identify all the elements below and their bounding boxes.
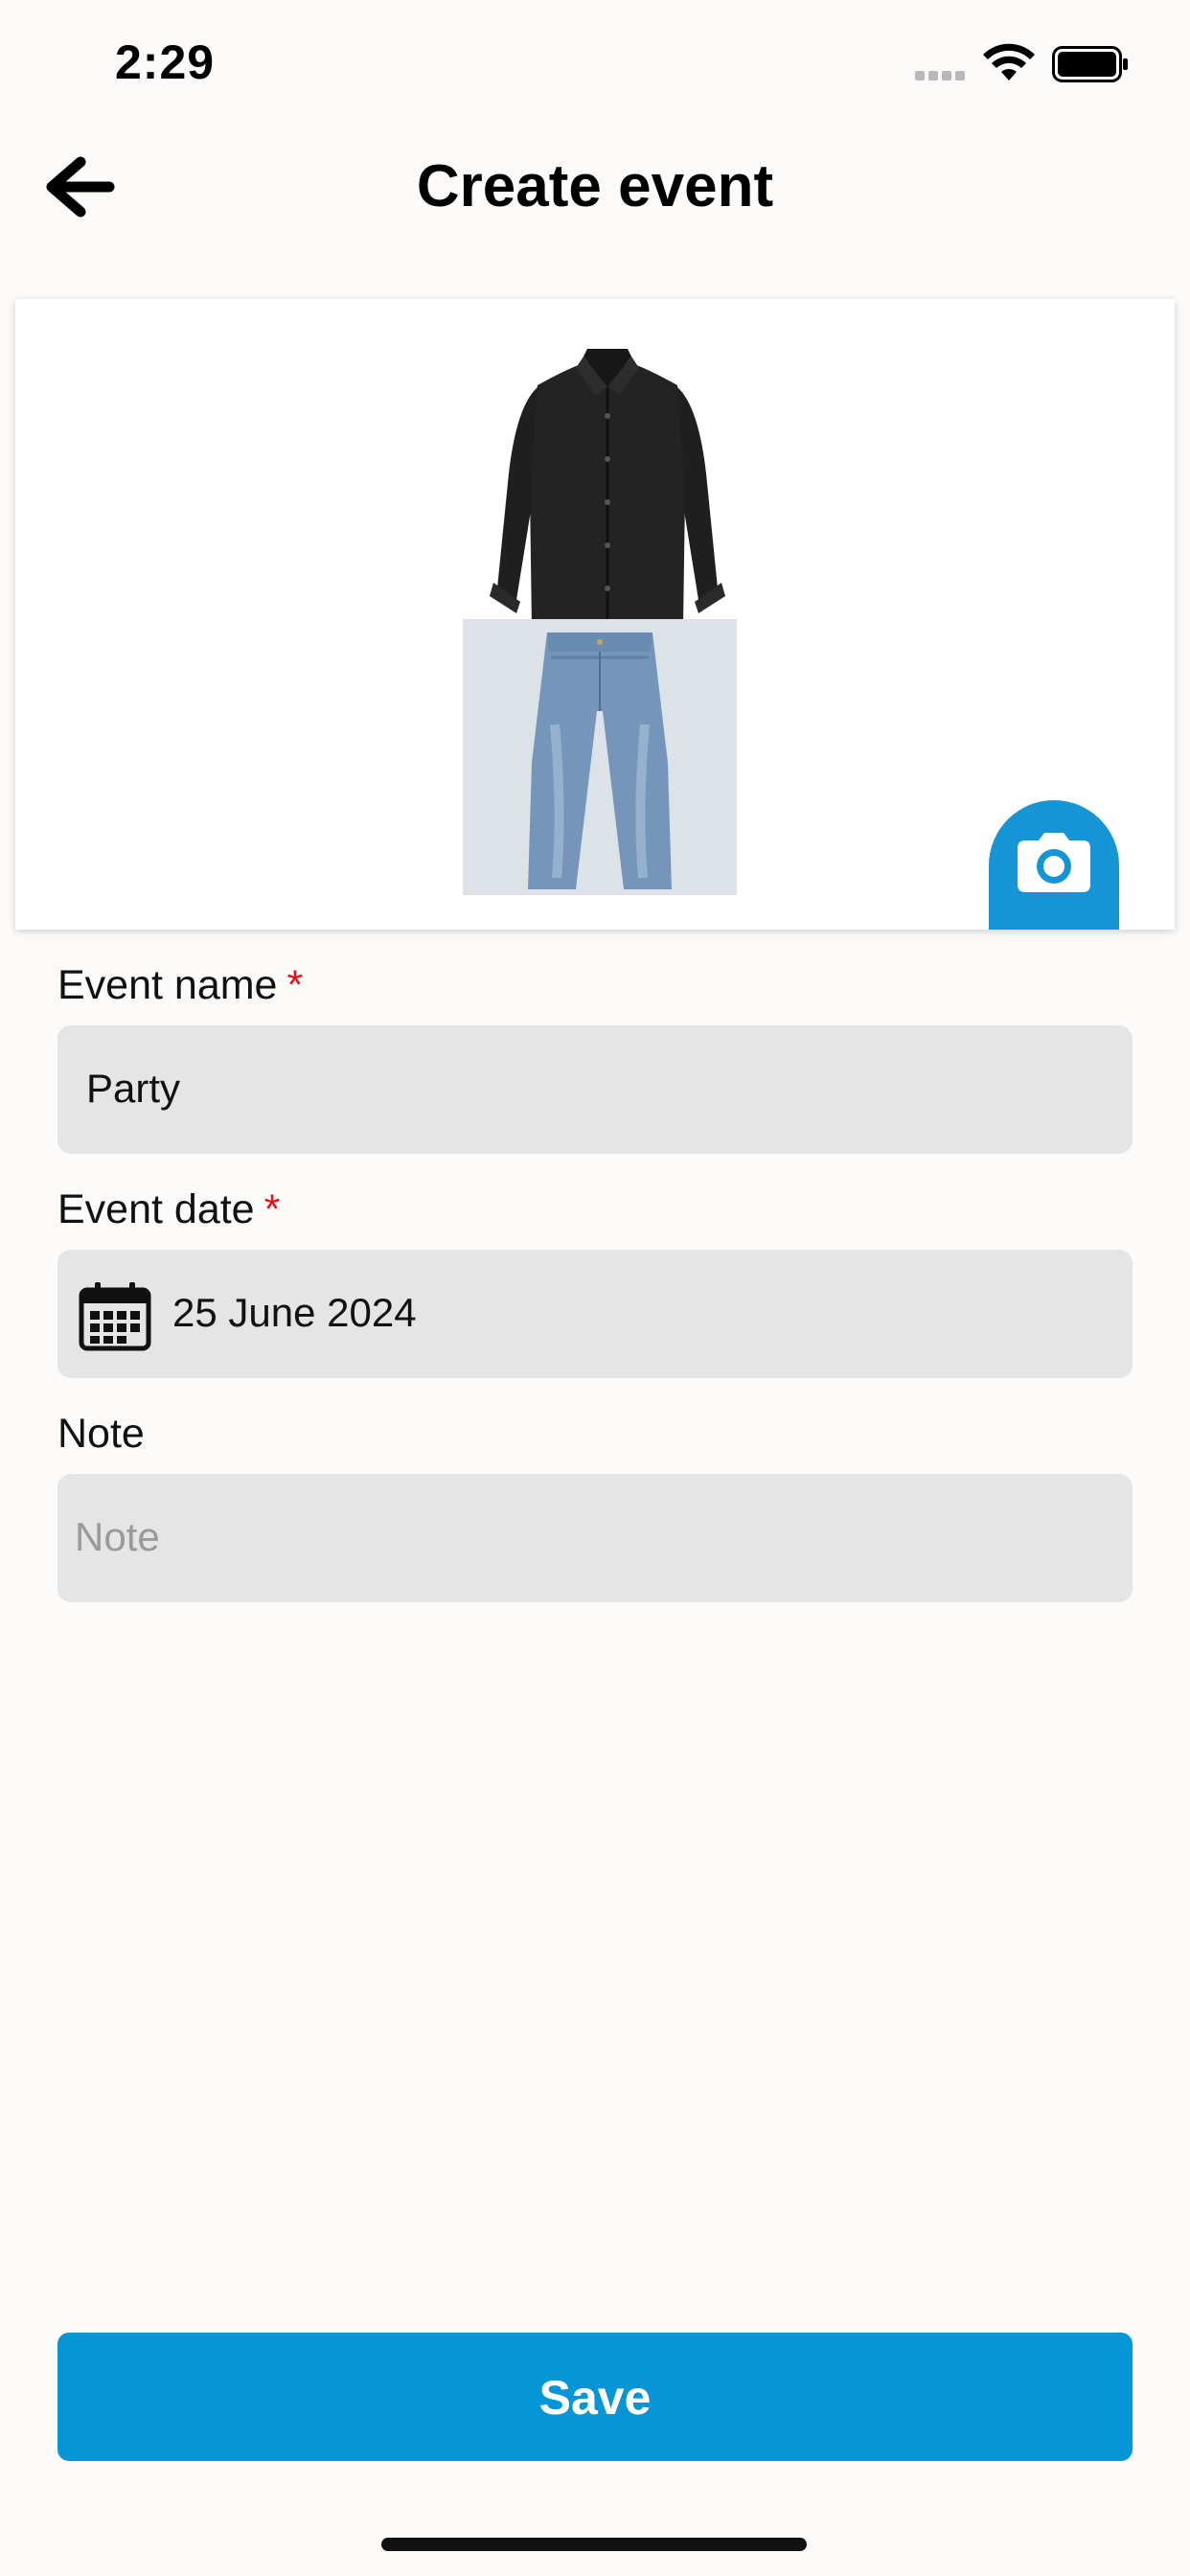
wifi-icon [983, 43, 1035, 80]
page-title: Create event [416, 153, 774, 219]
camera-icon [1018, 833, 1090, 892]
home-indicator [381, 2538, 807, 2551]
event-date-label: Event date * [57, 1186, 281, 1232]
note-input[interactable]: Note [57, 1474, 1133, 1602]
cellular-signal-icon [915, 56, 973, 80]
event-name-label: Event name * [57, 962, 304, 1008]
status-time: 2:29 [115, 35, 216, 89]
note-placeholder: Note [75, 1514, 160, 1559]
jeans-image [463, 619, 737, 895]
save-button[interactable]: Save [57, 2333, 1133, 2461]
shirt-image [488, 349, 727, 627]
required-mark: * [263, 1186, 281, 1232]
event-name-value: Party [86, 1066, 181, 1111]
status-bar: 2:29 [0, 0, 1190, 134]
battery-icon [1052, 46, 1128, 82]
add-photo-button[interactable] [989, 800, 1119, 930]
event-date-field[interactable]: 25 June 2024 [57, 1250, 1133, 1378]
calendar-icon [79, 1282, 151, 1351]
event-name-input[interactable]: Party [57, 1025, 1133, 1154]
outfit-image-card [15, 299, 1175, 930]
note-label: Note [57, 1411, 145, 1457]
required-mark: * [286, 962, 304, 1008]
event-date-value: 25 June 2024 [172, 1290, 417, 1335]
